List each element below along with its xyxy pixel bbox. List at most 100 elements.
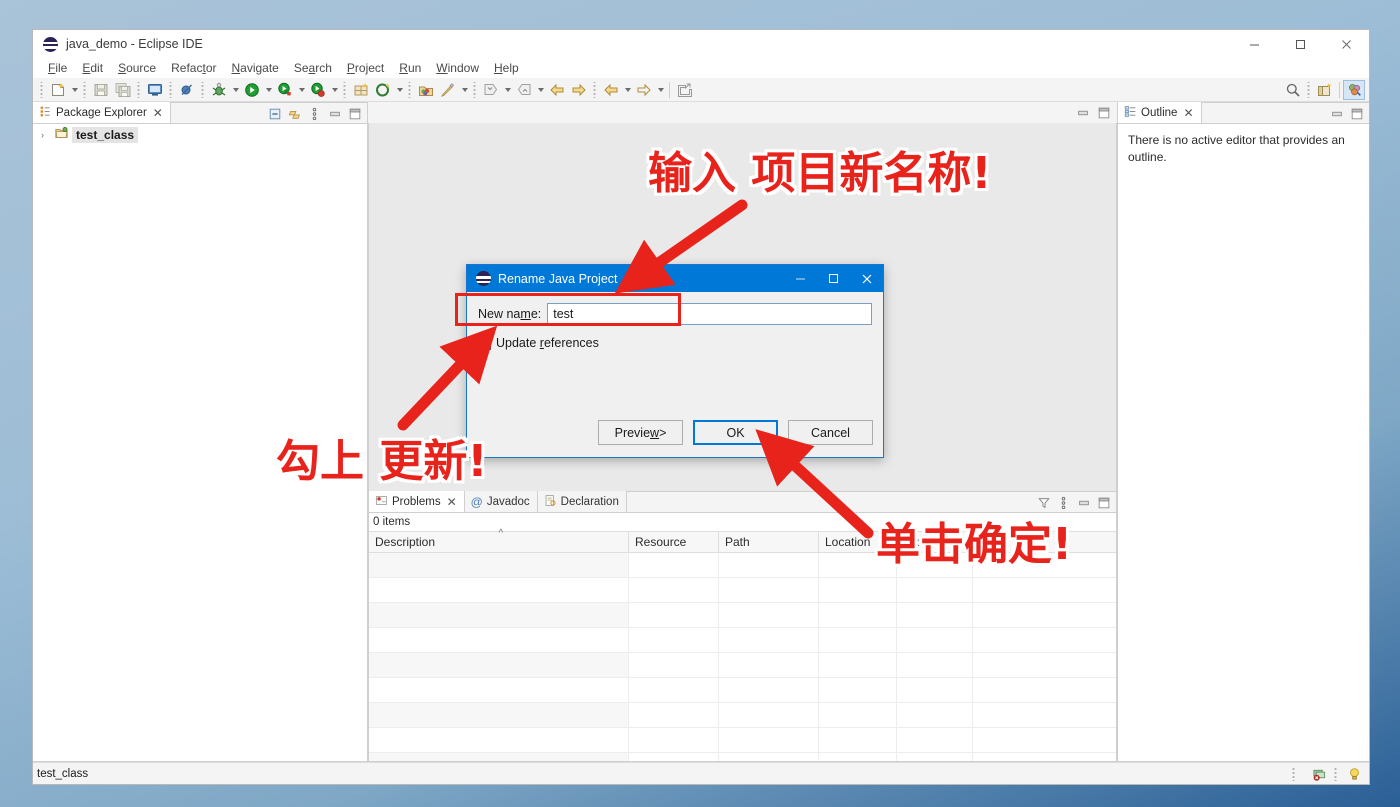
maximize-icon[interactable] — [1096, 495, 1111, 510]
close-icon[interactable]: ✕ — [447, 495, 457, 509]
close-icon[interactable] — [850, 265, 883, 292]
run-dropdown-arrow[interactable] — [263, 80, 274, 100]
close-icon[interactable]: ✕ — [153, 106, 163, 120]
build-error-icon[interactable] — [1312, 766, 1327, 781]
table-row[interactable] — [369, 753, 1116, 761]
close-icon[interactable]: ✕ — [1183, 106, 1193, 120]
previous-annotation-dropdown-arrow[interactable] — [502, 80, 513, 100]
minimize-icon[interactable] — [784, 265, 817, 292]
table-row[interactable] — [369, 653, 1116, 678]
tab-outline[interactable]: Outline ✕ — [1118, 102, 1202, 123]
forward-history-icon[interactable] — [633, 80, 655, 100]
status-bar-grip[interactable] — [1292, 766, 1298, 781]
back-icon[interactable] — [546, 80, 568, 100]
filter-icon[interactable] — [1036, 495, 1051, 510]
open-task-icon[interactable] — [437, 80, 459, 100]
maximize-icon[interactable] — [1277, 30, 1323, 59]
new-name-input[interactable]: test — [547, 303, 872, 325]
tab-package-explorer[interactable]: Package Explorer ✕ — [33, 102, 171, 123]
menu-item-project[interactable]: Project — [340, 59, 391, 78]
cancel-button[interactable]: Cancel — [788, 420, 873, 445]
search-icon[interactable] — [1282, 80, 1304, 100]
maximize-icon[interactable] — [1096, 105, 1111, 120]
forward-history-dropdown-arrow[interactable] — [655, 80, 666, 100]
new-wizard-icon[interactable] — [47, 80, 69, 100]
tab-problems[interactable]: Problems ✕ — [369, 491, 465, 512]
menu-item-help[interactable]: Help — [487, 59, 526, 78]
toolbar-grip[interactable] — [39, 81, 45, 98]
open-task-dropdown-arrow[interactable] — [459, 80, 470, 100]
next-annotation-icon[interactable] — [513, 80, 535, 100]
minimize-icon[interactable] — [1231, 30, 1277, 59]
table-row[interactable] — [369, 703, 1116, 728]
save-all-icon[interactable] — [112, 80, 134, 100]
ok-button[interactable]: OK — [693, 420, 778, 445]
back-history-icon[interactable] — [600, 80, 622, 100]
back-history-dropdown-arrow[interactable] — [622, 80, 633, 100]
collapse-all-icon[interactable] — [267, 106, 282, 121]
tip-of-the-day-icon[interactable] — [1347, 766, 1362, 781]
debug-dropdown-arrow[interactable] — [230, 80, 241, 100]
save-icon[interactable] — [90, 80, 112, 100]
tab-javadoc[interactable]: @ Javadoc — [464, 491, 538, 512]
menu-item-edit[interactable]: Edit — [75, 59, 110, 78]
close-icon[interactable] — [1323, 30, 1369, 59]
column-header-location[interactable]: Location — [819, 532, 897, 552]
column-header-resource[interactable]: Resource — [629, 532, 719, 552]
new-wizard-dropdown-arrow[interactable] — [69, 80, 80, 100]
toolbar-grip[interactable] — [342, 81, 348, 98]
table-row[interactable] — [369, 678, 1116, 703]
table-row[interactable] — [369, 603, 1116, 628]
toolbar-grip[interactable] — [168, 81, 174, 98]
menu-item-source[interactable]: Source — [111, 59, 163, 78]
table-row[interactable] — [369, 553, 1116, 578]
tree-item-test-class[interactable]: › test_class — [33, 124, 367, 145]
pin-editor-icon[interactable] — [673, 80, 695, 100]
maximize-icon[interactable] — [817, 265, 850, 292]
new-perspective-icon[interactable] — [1314, 80, 1336, 100]
column-header-path[interactable]: Path — [719, 532, 819, 552]
java-perspective-icon[interactable] — [1343, 79, 1365, 100]
run-icon[interactable] — [241, 80, 263, 100]
run-external-dropdown-arrow[interactable] — [329, 80, 340, 100]
status-bar-grip[interactable] — [1334, 766, 1340, 781]
new-java-class-icon[interactable] — [372, 80, 394, 100]
toolbar-grip[interactable] — [136, 81, 142, 98]
view-menu-icon[interactable] — [307, 106, 322, 121]
table-row[interactable] — [369, 728, 1116, 753]
open-console-icon[interactable] — [144, 80, 166, 100]
column-header-description[interactable]: ^ Description — [369, 528, 629, 552]
update-references-row[interactable]: Update references — [478, 336, 872, 350]
run-coverage-dropdown-arrow[interactable] — [296, 80, 307, 100]
menu-item-file[interactable]: File — [41, 59, 74, 78]
maximize-icon[interactable] — [1349, 106, 1364, 121]
toolbar-grip[interactable] — [407, 81, 413, 98]
new-package-icon[interactable] — [350, 80, 372, 100]
run-coverage-icon[interactable] — [274, 80, 296, 100]
menu-item-run[interactable]: Run — [392, 59, 428, 78]
toolbar-grip[interactable] — [1306, 81, 1312, 98]
toolbar-grip[interactable] — [472, 81, 478, 98]
minimize-icon[interactable] — [327, 106, 342, 121]
run-external-tools-icon[interactable] — [307, 80, 329, 100]
minimize-icon[interactable] — [1075, 105, 1090, 120]
forward-icon[interactable] — [568, 80, 590, 100]
package-explorer-tree[interactable]: › test_class — [33, 124, 367, 761]
toolbar-grip[interactable] — [82, 81, 88, 98]
menu-item-navigate[interactable]: Navigate — [224, 59, 285, 78]
update-references-checkbox[interactable] — [478, 336, 491, 350]
view-menu-icon[interactable] — [1056, 495, 1071, 510]
previous-annotation-icon[interactable] — [480, 80, 502, 100]
minimize-icon[interactable] — [1329, 106, 1344, 121]
menu-item-search[interactable]: Search — [287, 59, 339, 78]
new-class-dropdown-arrow[interactable] — [394, 80, 405, 100]
next-annotation-dropdown-arrow[interactable] — [535, 80, 546, 100]
minimize-icon[interactable] — [1076, 495, 1091, 510]
maximize-icon[interactable] — [347, 106, 362, 121]
tab-declaration[interactable]: Declaration — [537, 491, 627, 512]
toolbar-grip[interactable] — [200, 81, 206, 98]
skip-breakpoints-icon[interactable] — [176, 80, 198, 100]
chevron-right-icon[interactable]: › — [41, 130, 51, 140]
menu-item-window[interactable]: Window — [429, 59, 486, 78]
menu-item-refactor[interactable]: Refactor — [164, 59, 223, 78]
